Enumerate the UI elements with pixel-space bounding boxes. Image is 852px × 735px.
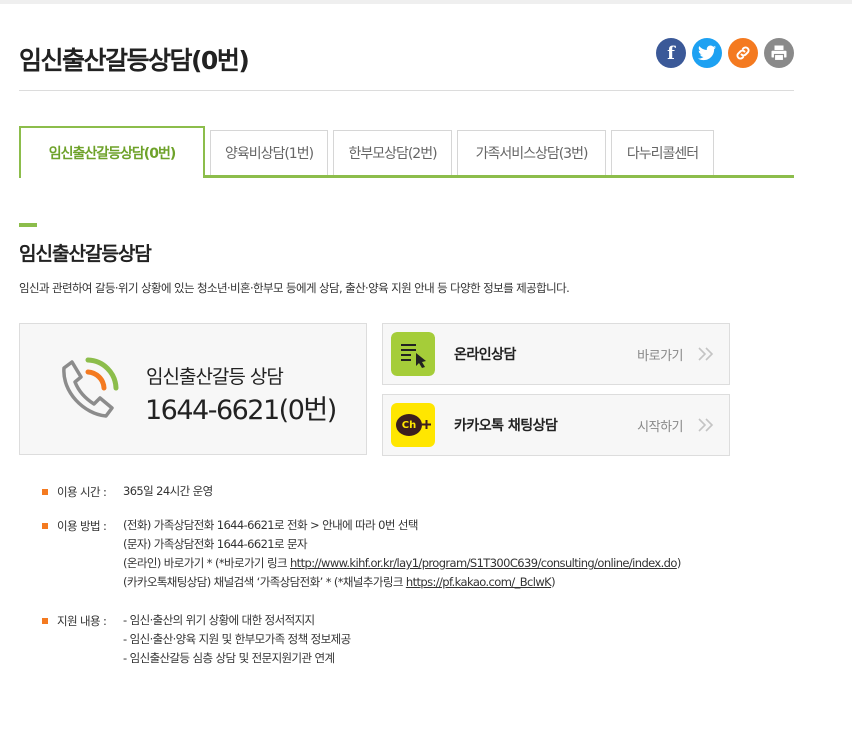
bullet: [42, 618, 48, 624]
info-hours-value: 365일 24시간 운영: [123, 484, 213, 498]
tab-single-parent[interactable]: 한부모상담(2번): [333, 130, 452, 175]
copy-link-button[interactable]: [728, 38, 758, 68]
kakao-chat-option[interactable]: Ch 카카오톡 채팅상담 시작하기: [382, 394, 730, 456]
info-support-line: - 임신출산갈등 심층 상담 및 전문지원기관 연계: [123, 651, 335, 665]
info-method-online: (온라인) 바로가기 * (*바로가기 링크 http://www.kihf.o…: [123, 556, 681, 575]
online-form-icon: [391, 332, 435, 376]
info-method-phone: (전화) 가족상담전화 1644-6621로 전화 > 안내에 따라 0번 선택: [123, 518, 418, 532]
info-support-line: - 임신·출산의 위기 상황에 대한 정서적지지: [123, 613, 315, 627]
tab-pregnancy-counseling[interactable]: 임신출산갈등상담(0번): [19, 126, 205, 178]
online-counseling-label: 온라인상담: [454, 347, 516, 363]
tab-danuri-call-center[interactable]: 다누리콜센터: [611, 130, 714, 175]
phone-counseling-box: 임신출산갈등 상담 1644-6621(0번): [19, 323, 367, 455]
facebook-share-button[interactable]: f: [656, 38, 686, 68]
kakao-chat-label: 카카오톡 채팅상담: [454, 418, 558, 434]
kakao-channel-badge: Ch: [396, 414, 422, 436]
print-button[interactable]: [764, 38, 794, 68]
info-method-sms: (문자) 가족상담전화 1644-6621로 문자: [123, 537, 308, 551]
kakao-channel-icon: Ch: [391, 403, 435, 447]
info-method-kakao-text: (카카오톡채팅상담) 채널검색 ‘가족상담전화’ * (*채널추가링크: [123, 575, 406, 589]
online-counseling-action[interactable]: 바로가기: [637, 345, 683, 364]
link-icon: [736, 46, 750, 60]
info-method-label: 이용 방법 :: [57, 519, 107, 533]
tab-bar: 임신출산갈등상담(0번) 양육비상담(1번) 한부모상담(2번) 가족서비스상담…: [19, 126, 794, 178]
info-support-line: - 임신·출산·양육 지원 및 한부모가족 정책 정보제공: [123, 632, 351, 646]
section-description: 임신과 관련하여 갈등·위기 상황에 있는 청소년·비혼·한부모 등에게 상담,…: [19, 281, 570, 295]
kakao-channel-link[interactable]: https://pf.kakao.com/_BclwK: [406, 575, 552, 589]
bullet: [42, 523, 48, 529]
page-title: 임신출산갈등상담(0번): [19, 46, 250, 75]
info-hours-label: 이용 시간 :: [57, 485, 107, 499]
section-accent-bar: [19, 223, 37, 227]
online-counseling-option[interactable]: 온라인상담 바로가기: [382, 323, 730, 385]
top-border: [0, 0, 852, 4]
facebook-icon: f: [667, 42, 675, 64]
info-method-kakao-close: ): [551, 575, 555, 589]
section-title: 임신출산갈등상담: [19, 243, 152, 265]
twitter-share-button[interactable]: [692, 38, 722, 68]
info-method-online-close: ): [676, 556, 681, 570]
plus-icon: [422, 420, 431, 429]
tab-child-support[interactable]: 양육비상담(1번): [210, 130, 328, 175]
info-method-online-text: (온라인) 바로가기 * (*바로가기 링크: [123, 556, 290, 570]
bullet: [42, 489, 48, 495]
info-support-label: 지원 내용 :: [57, 614, 107, 628]
kakao-chat-action[interactable]: 시작하기: [637, 416, 683, 435]
print-icon: [771, 45, 787, 62]
double-chevron-right-icon: [698, 418, 714, 432]
info-method-kakao: (카카오톡채팅상담) 채널검색 ‘가족상담전화’ * (*채널추가링크 http…: [123, 575, 681, 594]
tab-family-service[interactable]: 가족서비스상담(3번): [457, 130, 606, 175]
phone-number: 1644-6621(0번): [145, 395, 337, 426]
title-divider: [19, 90, 794, 91]
phone-label: 임신출산갈등 상담: [146, 366, 284, 388]
phone-icon: [62, 357, 119, 418]
online-counseling-link[interactable]: http://www.kihf.or.kr/lay1/program/S1T30…: [290, 556, 677, 570]
double-chevron-right-icon: [698, 347, 714, 361]
twitter-icon: [698, 45, 716, 61]
